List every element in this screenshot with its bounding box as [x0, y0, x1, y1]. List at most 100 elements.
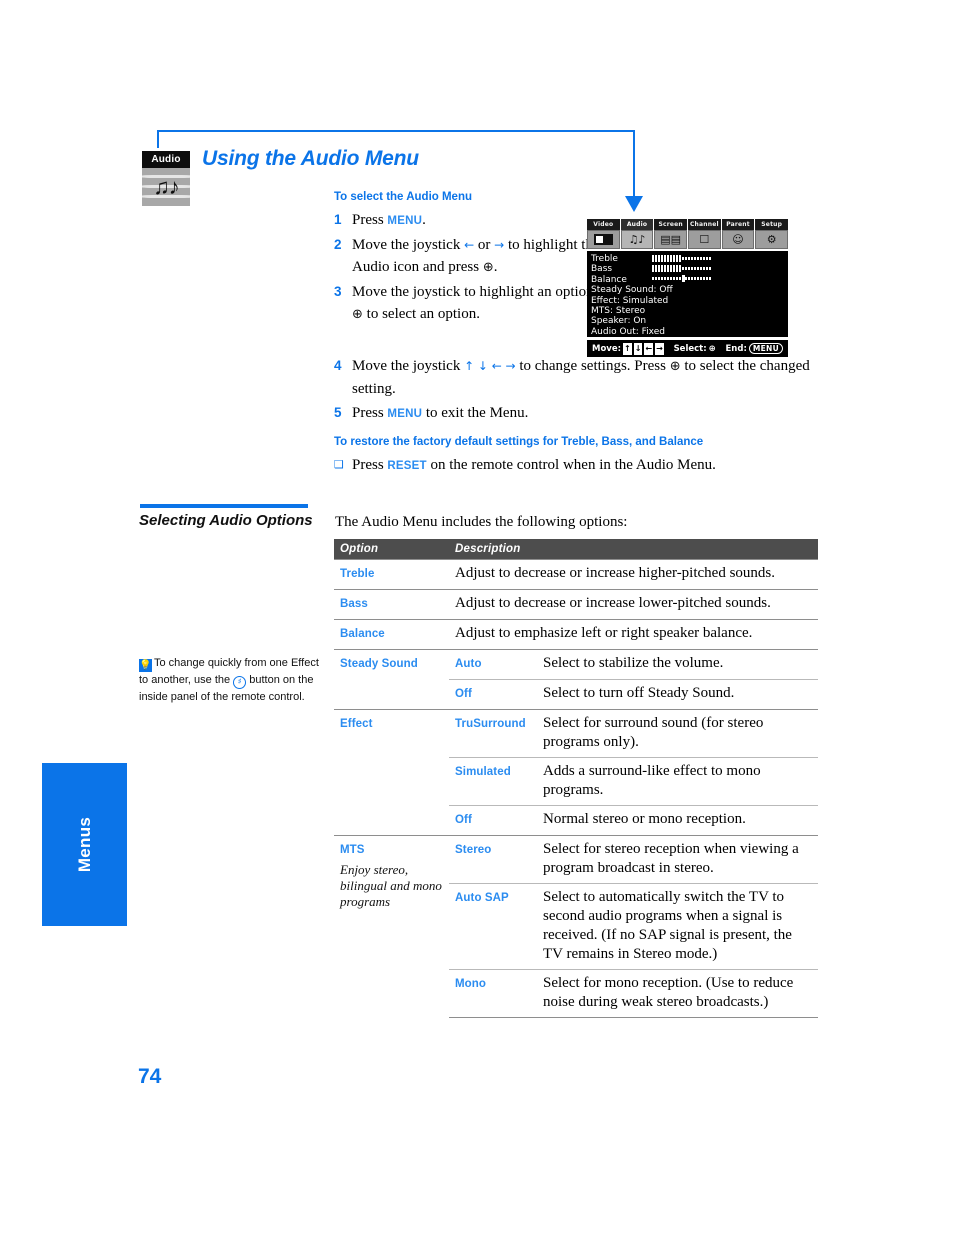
section-tab-label: Menus	[74, 816, 94, 873]
step-text-a: Move the joystick	[352, 358, 465, 374]
table-row: Balance Adjust to emphasize left or righ…	[334, 619, 818, 650]
section-tab-menus: Menus	[42, 763, 127, 926]
table-row: Treble Adjust to decrease or increase hi…	[334, 559, 818, 590]
osd-line-steady-sound[interactable]: Steady Sound: Off	[591, 285, 788, 295]
option-value: Off	[455, 814, 472, 826]
connector-line-right	[633, 130, 635, 198]
option-value: Mono	[455, 978, 487, 990]
select-button-icon: ⊕	[352, 307, 363, 322]
osd-tab-video[interactable]: Video	[587, 219, 620, 249]
channel-icon: ☐	[688, 230, 721, 249]
osd-tab-channel[interactable]: Channel ☐	[688, 219, 721, 249]
osd-tab-parent[interactable]: Parent ☺	[721, 219, 755, 249]
step-text-c: .	[493, 259, 498, 275]
key-reset: RESET	[387, 460, 427, 472]
step-text-b: to exit the Menu.	[422, 405, 529, 421]
screen-icon: ▤▤	[654, 230, 688, 249]
sidebar-heading: Selecting Audio Options	[139, 512, 313, 529]
option-description: Select to stabilize the volume.	[537, 649, 818, 680]
restore-defaults-section: To restore the factory default settings …	[334, 436, 834, 477]
step-number: 1	[334, 212, 342, 227]
osd-tab-label: Channel	[688, 219, 721, 230]
key-menu: MENU	[387, 215, 423, 227]
option-description: Select for surround sound (for stereo pr…	[537, 709, 818, 758]
option-description: Select for mono reception. (Use to reduc…	[537, 969, 818, 1018]
restore-text-b: on the remote control when in the Audio …	[426, 457, 716, 473]
arrow-right-icon: →	[494, 238, 505, 252]
tv-osd-screenshot: Video Audio ♫♪ Screen ▤▤ Channel ☐ Paren…	[587, 219, 789, 357]
osd-key-right[interactable]: →	[655, 342, 664, 355]
osd-tab-screen[interactable]: Screen ▤▤	[654, 219, 688, 249]
header-description: Description	[449, 539, 818, 560]
table-body: Treble Adjust to decrease or increase hi…	[334, 559, 818, 1018]
arrow-down-icon: ↓	[477, 359, 488, 373]
audio-options-table: Option Description Treble Adjust to decr…	[334, 539, 818, 1018]
audio-icon: ♫♪	[620, 230, 654, 249]
osd-tab-label: Parent	[721, 219, 755, 230]
option-description: Select to turn off Steady Sound.	[537, 679, 818, 710]
step-number: 4	[334, 358, 342, 373]
instructions-section-cont: 4 Move the joystick ↑ ↓ ← → to change se…	[334, 355, 834, 427]
osd-line-mts[interactable]: MTS: Stereo	[591, 306, 788, 316]
audio-badge-plate: ♫♪	[142, 168, 190, 206]
connector-line-top	[157, 130, 635, 132]
restore-text-a: Press	[352, 457, 388, 473]
treble-level-bar[interactable]	[652, 255, 713, 262]
step-text: Press MENU to exit the Menu.	[352, 402, 528, 425]
option-description: Select to automatically switch the TV to…	[537, 883, 818, 970]
option-description: Adjust to decrease or increase lower-pit…	[449, 589, 818, 620]
osd-tab-label: Video	[587, 219, 620, 230]
option-label: Treble	[340, 568, 375, 580]
parent-icon: ☺	[721, 230, 755, 249]
option-label: Effect	[340, 718, 373, 730]
step-text: Move the joystick ↑ ↓ ← → to change sett…	[352, 355, 834, 400]
osd-tab-setup[interactable]: Setup ⚙	[755, 219, 789, 249]
setup-icon: ⚙	[755, 230, 789, 249]
video-icon	[587, 230, 620, 249]
osd-end-label: End:	[725, 343, 747, 354]
step-text-mid: or	[474, 237, 495, 253]
osd-key-down[interactable]: ↓	[633, 342, 643, 355]
osd-line-speaker[interactable]: Speaker: On	[591, 316, 788, 326]
bullet-square-icon: ❑	[334, 458, 344, 471]
step-text-a: Move the joystick	[352, 237, 465, 253]
step-text-b: to change settings. Press	[515, 358, 670, 374]
page-title: Using the Audio Menu	[202, 147, 419, 170]
osd-tab-label: Screen	[654, 219, 688, 230]
step-text: Press MENU.	[352, 209, 426, 232]
step-5: 5 Press MENU to exit the Menu.	[334, 402, 834, 425]
table-row: MTS Enjoy stereo, bilingual and mono pro…	[334, 835, 818, 1018]
effect-button-icon: ♯	[233, 676, 247, 689]
osd-tab-audio[interactable]: Audio ♫♪	[620, 219, 654, 249]
option-value: Simulated	[455, 766, 511, 778]
option-description: Adjust to decrease or increase higher-pi…	[449, 559, 818, 590]
osd-select-label: Select:	[673, 343, 707, 354]
balance-level-bar[interactable]	[652, 275, 713, 282]
bass-level-bar[interactable]	[652, 265, 713, 272]
select-button-icon: ⊕	[482, 260, 494, 275]
option-subtext: Enjoy stereo, bilingual and mono program…	[340, 862, 442, 909]
lightbulb-icon: 💡	[139, 659, 152, 672]
osd-key-left[interactable]: ←	[644, 342, 654, 355]
osd-key-up[interactable]: ↑	[623, 342, 632, 355]
osd-tab-label: Setup	[755, 219, 789, 230]
osd-key-menu[interactable]: MENU	[748, 343, 783, 354]
table-row: Bass Adjust to decrease or increase lowe…	[334, 589, 818, 620]
osd-line-effect[interactable]: Effect: Simulated	[591, 296, 788, 306]
option-label: Bass	[340, 598, 368, 610]
sidebar-heading-rule	[140, 504, 308, 508]
connector-line-left	[157, 130, 159, 148]
osd-select-icon: ⊕	[708, 343, 716, 354]
osd-tab-bar: Video Audio ♫♪ Screen ▤▤ Channel ☐ Paren…	[587, 219, 789, 249]
option-value: Stereo	[455, 844, 492, 856]
step-text-a: Press	[352, 405, 388, 421]
arrow-left-icon: ←	[491, 359, 502, 373]
option-value: Auto SAP	[455, 892, 509, 904]
audio-badge-label: Audio	[142, 151, 190, 168]
arrow-left-icon: ←	[464, 238, 475, 252]
osd-line-audio-out[interactable]: Audio Out: Fixed	[591, 327, 788, 337]
key-menu: MENU	[387, 408, 423, 420]
restore-text: Press RESET on the remote control when i…	[352, 454, 716, 477]
option-label: Balance	[340, 628, 385, 640]
restore-bullet-row: ❑ Press RESET on the remote control when…	[334, 454, 834, 477]
